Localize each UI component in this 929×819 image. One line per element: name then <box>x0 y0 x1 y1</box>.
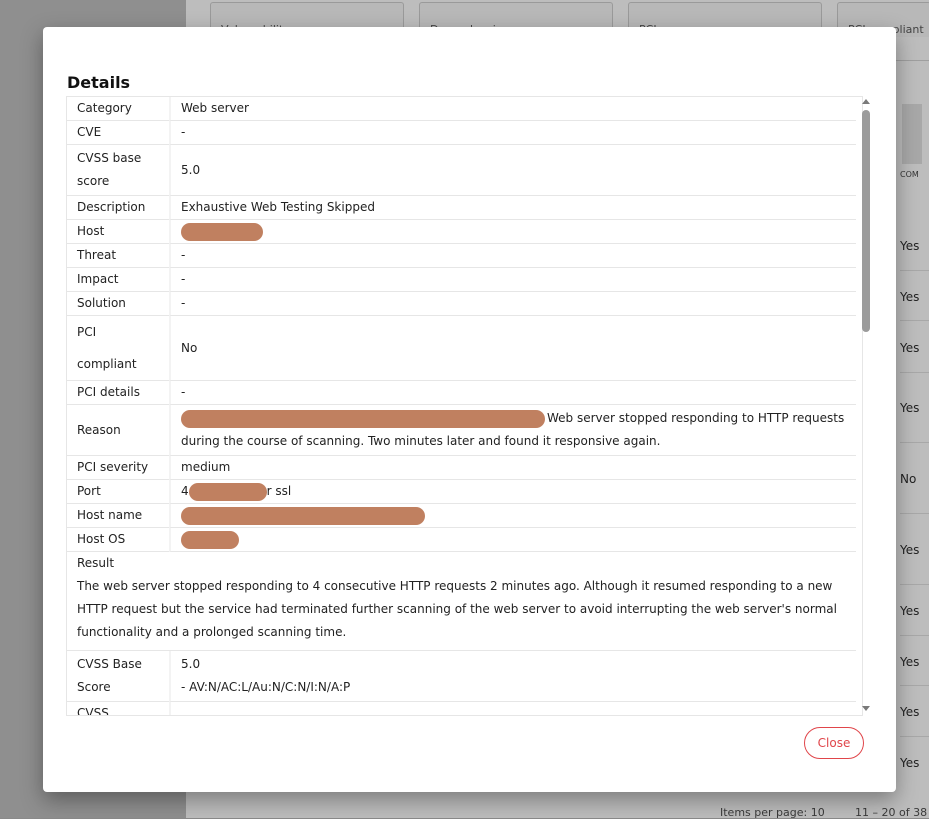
bg-row-sep <box>900 442 929 443</box>
bg-row-sep <box>900 736 929 737</box>
detail-label: PCI compliant <box>67 316 169 381</box>
detail-label: Reason <box>67 405 169 456</box>
bg-row-value: Yes <box>900 401 920 415</box>
bg-row-value: No <box>900 472 917 486</box>
detail-row-reason: Reason Web server stopped responding to … <box>67 405 856 456</box>
bg-row-value: Yes <box>900 341 920 355</box>
details-modal: Details Category Web server CVE - CVSS b… <box>43 27 896 792</box>
bg-row-sep <box>900 270 929 271</box>
modal-title: Details <box>67 73 131 92</box>
redacted-host-name <box>181 506 425 525</box>
bg-scrollbar <box>902 104 922 164</box>
page-range: 11 – 20 of 38 <box>855 806 928 819</box>
detail-value: Exhaustive Web Testing Skipped <box>169 196 856 220</box>
detail-value: - <box>169 121 856 145</box>
bg-row-value: Yes <box>900 705 920 719</box>
port-suffix: r ssl <box>266 484 292 498</box>
detail-label: Host OS <box>67 528 169 552</box>
scroll-down-arrow-icon[interactable] <box>862 706 870 711</box>
bg-row-sep <box>900 685 929 686</box>
detail-row-pci-compliant: PCI compliant No <box>67 316 856 381</box>
bg-row-value: Yes <box>900 756 920 770</box>
detail-row-pci-details: PCI details - <box>67 381 856 405</box>
detail-row-result: Result The web server stopped responding… <box>67 552 856 651</box>
detail-value: The web server stopped responding to 4 c… <box>77 579 837 639</box>
bg-row-sep <box>900 372 929 373</box>
detail-result-cell: Result The web server stopped responding… <box>67 552 856 651</box>
redacted-port <box>188 482 267 501</box>
detail-label: Impact <box>67 268 169 292</box>
bg-row-sep <box>900 635 929 636</box>
detail-label: Host <box>67 220 169 244</box>
detail-label: Threat <box>67 244 169 268</box>
items-per-page: Items per page: 10 <box>720 806 825 819</box>
detail-value: - <box>169 268 856 292</box>
detail-label: CVSS Base Score <box>67 651 169 702</box>
detail-value: No <box>169 316 856 381</box>
details-table: Category Web server CVE - CVSS base scor… <box>67 97 856 715</box>
detail-label: PCI severity <box>67 456 169 480</box>
detail-row-cvss-base-score: CVSS base score 5.0 <box>67 145 856 196</box>
detail-label: Category <box>67 97 169 121</box>
bg-row-value: Yes <box>900 655 920 669</box>
close-button[interactable]: Close <box>804 727 864 759</box>
detail-row-cvss-base-score-2: CVSS Base Score 5.0 - AV:N/AC:L/Au:N/C:N… <box>67 651 856 702</box>
details-scroll-area[interactable]: Category Web server CVE - CVSS base scor… <box>66 96 863 716</box>
detail-value: - <box>169 381 856 405</box>
detail-label: Result <box>77 556 115 570</box>
detail-value: 5.0 - AV:N/AC:L/Au:N/C:N/I:N/A:P <box>169 651 856 702</box>
detail-row-cvss-partial: CVSS 3.6 <box>67 702 856 715</box>
cvss-value-line1: 5.0 <box>181 657 201 671</box>
detail-row-description: Description Exhaustive Web Testing Skipp… <box>67 196 856 220</box>
detail-label: CVE <box>67 121 169 145</box>
redacted-host-os <box>181 530 239 549</box>
redacted-host <box>181 222 263 241</box>
detail-value: 5.0 <box>169 145 856 196</box>
detail-row-host-name: Host name <box>67 504 856 528</box>
bg-row-value: Yes <box>900 604 920 618</box>
detail-label: Host name <box>67 504 169 528</box>
bg-row-sep <box>900 513 929 514</box>
detail-value: Web server stopped responding to HTTP re… <box>169 405 856 456</box>
detail-row-category: Category Web server <box>67 97 856 121</box>
detail-label: CVSS <box>67 702 169 715</box>
detail-value: 4 r ssl <box>169 480 856 504</box>
detail-value: - <box>169 292 856 316</box>
detail-label: Solution <box>67 292 169 316</box>
detail-row-port: Port 4 r ssl <box>67 480 856 504</box>
detail-value: Web server <box>169 97 856 121</box>
detail-row-host-os: Host OS <box>67 528 856 552</box>
detail-value: 3.6 <box>169 702 856 715</box>
detail-value: - <box>169 244 856 268</box>
bg-row-value: Yes <box>900 543 920 557</box>
port-prefix: 4 <box>181 484 189 498</box>
detail-value <box>169 528 856 552</box>
detail-row-impact: Impact - <box>67 268 856 292</box>
scroll-thumb[interactable] <box>862 110 870 332</box>
detail-row-solution: Solution - <box>67 292 856 316</box>
detail-row-cve: CVE - <box>67 121 856 145</box>
bg-row-value: Yes <box>900 239 920 253</box>
detail-row-threat: Threat - <box>67 244 856 268</box>
detail-row-pci-severity: PCI severity medium <box>67 456 856 480</box>
detail-label: Description <box>67 196 169 220</box>
bg-row-sep <box>900 320 929 321</box>
details-scrollbar[interactable] <box>859 96 873 714</box>
bg-row-sep <box>900 584 929 585</box>
redacted-reason-prefix <box>181 409 545 428</box>
scroll-up-arrow-icon[interactable] <box>862 99 870 104</box>
bg-row-value: Yes <box>900 290 920 304</box>
detail-row-host: Host <box>67 220 856 244</box>
detail-label: Port <box>67 480 169 504</box>
bg-column-header: COM <box>900 170 919 179</box>
detail-value: medium <box>169 456 856 480</box>
detail-value <box>169 504 856 528</box>
cvss-value-line2: - AV:N/AC:L/Au:N/C:N/I:N/A:P <box>181 680 351 694</box>
detail-value <box>169 220 856 244</box>
detail-label: PCI details <box>67 381 169 405</box>
detail-label: CVSS base score <box>67 145 169 196</box>
